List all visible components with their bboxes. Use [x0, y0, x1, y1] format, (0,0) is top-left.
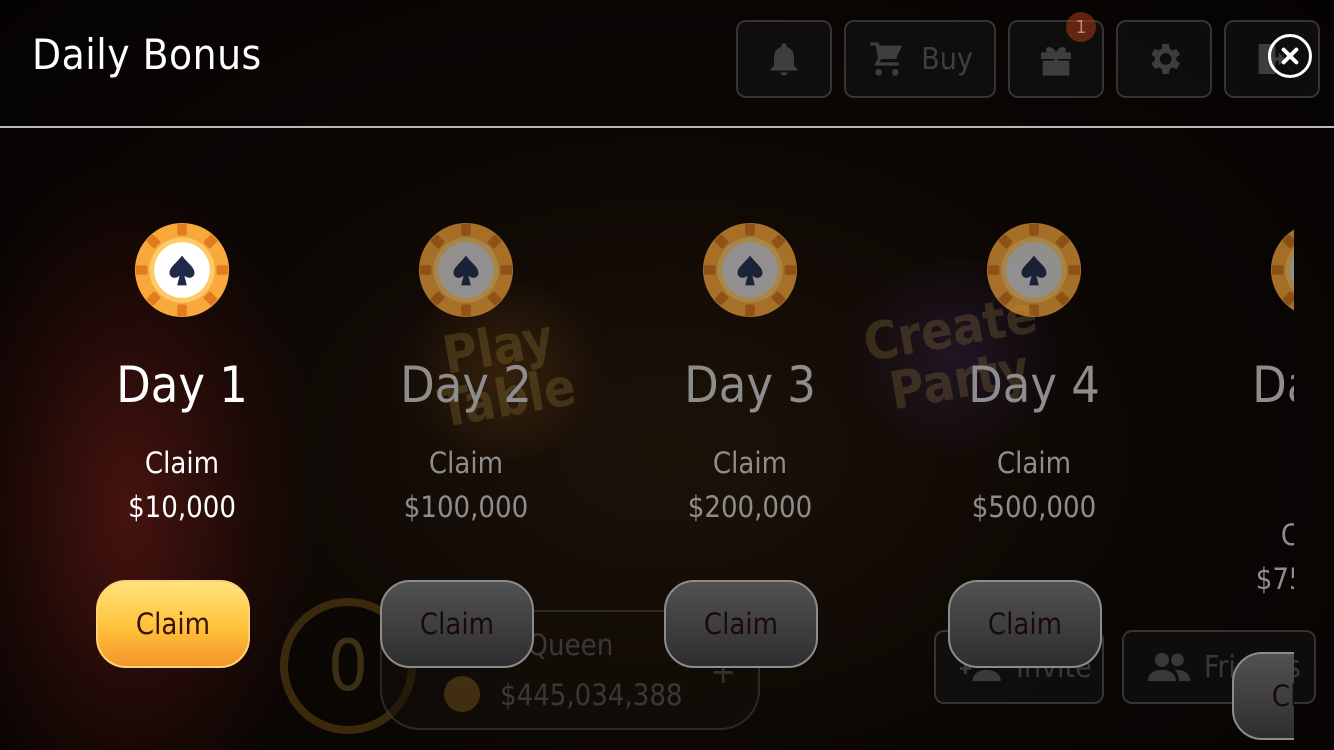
spade-chip-icon	[1270, 229, 1294, 311]
bonus-amount: $750,000	[1255, 562, 1294, 596]
claim-text: Claim	[428, 446, 504, 480]
page-title: Daily Bonus	[32, 30, 262, 79]
day-label: Day 3	[684, 356, 816, 414]
spade-chip-icon	[134, 222, 230, 318]
claim-text: Claim	[712, 446, 788, 480]
day-label: Day 1	[116, 356, 248, 414]
day-label: Day 5	[1252, 356, 1294, 414]
spade-chip-icon	[702, 222, 798, 318]
day-label: Day 4	[968, 356, 1100, 414]
claim-button[interactable]: Claim	[948, 580, 1102, 668]
claim-button[interactable]: Claim	[380, 580, 534, 668]
spade-chip-icon	[418, 222, 514, 318]
claim-text: Claim	[996, 446, 1072, 480]
claim-button[interactable]: Claim	[96, 580, 250, 668]
spade-chip-icon	[986, 222, 1082, 318]
close-icon[interactable]	[1268, 34, 1312, 78]
claim-text: Claim	[144, 446, 220, 480]
daily-bonus-strip[interactable]: Day 1 Claim $10,000 Claim Day 2 Claim $1…	[0, 128, 1294, 750]
claim-button[interactable]: Claim	[664, 580, 818, 668]
claim-text: Claim	[1188, 518, 1294, 552]
bonus-amount: $10,000	[128, 490, 236, 524]
claim-button[interactable]: Claim	[1232, 652, 1294, 740]
bonus-amount: $500,000	[971, 490, 1097, 524]
day-label: Day 2	[400, 356, 532, 414]
bonus-amount: $200,000	[687, 490, 813, 524]
daily-bonus-header: Daily Bonus	[0, 0, 1334, 128]
bonus-amount: $100,000	[403, 490, 529, 524]
